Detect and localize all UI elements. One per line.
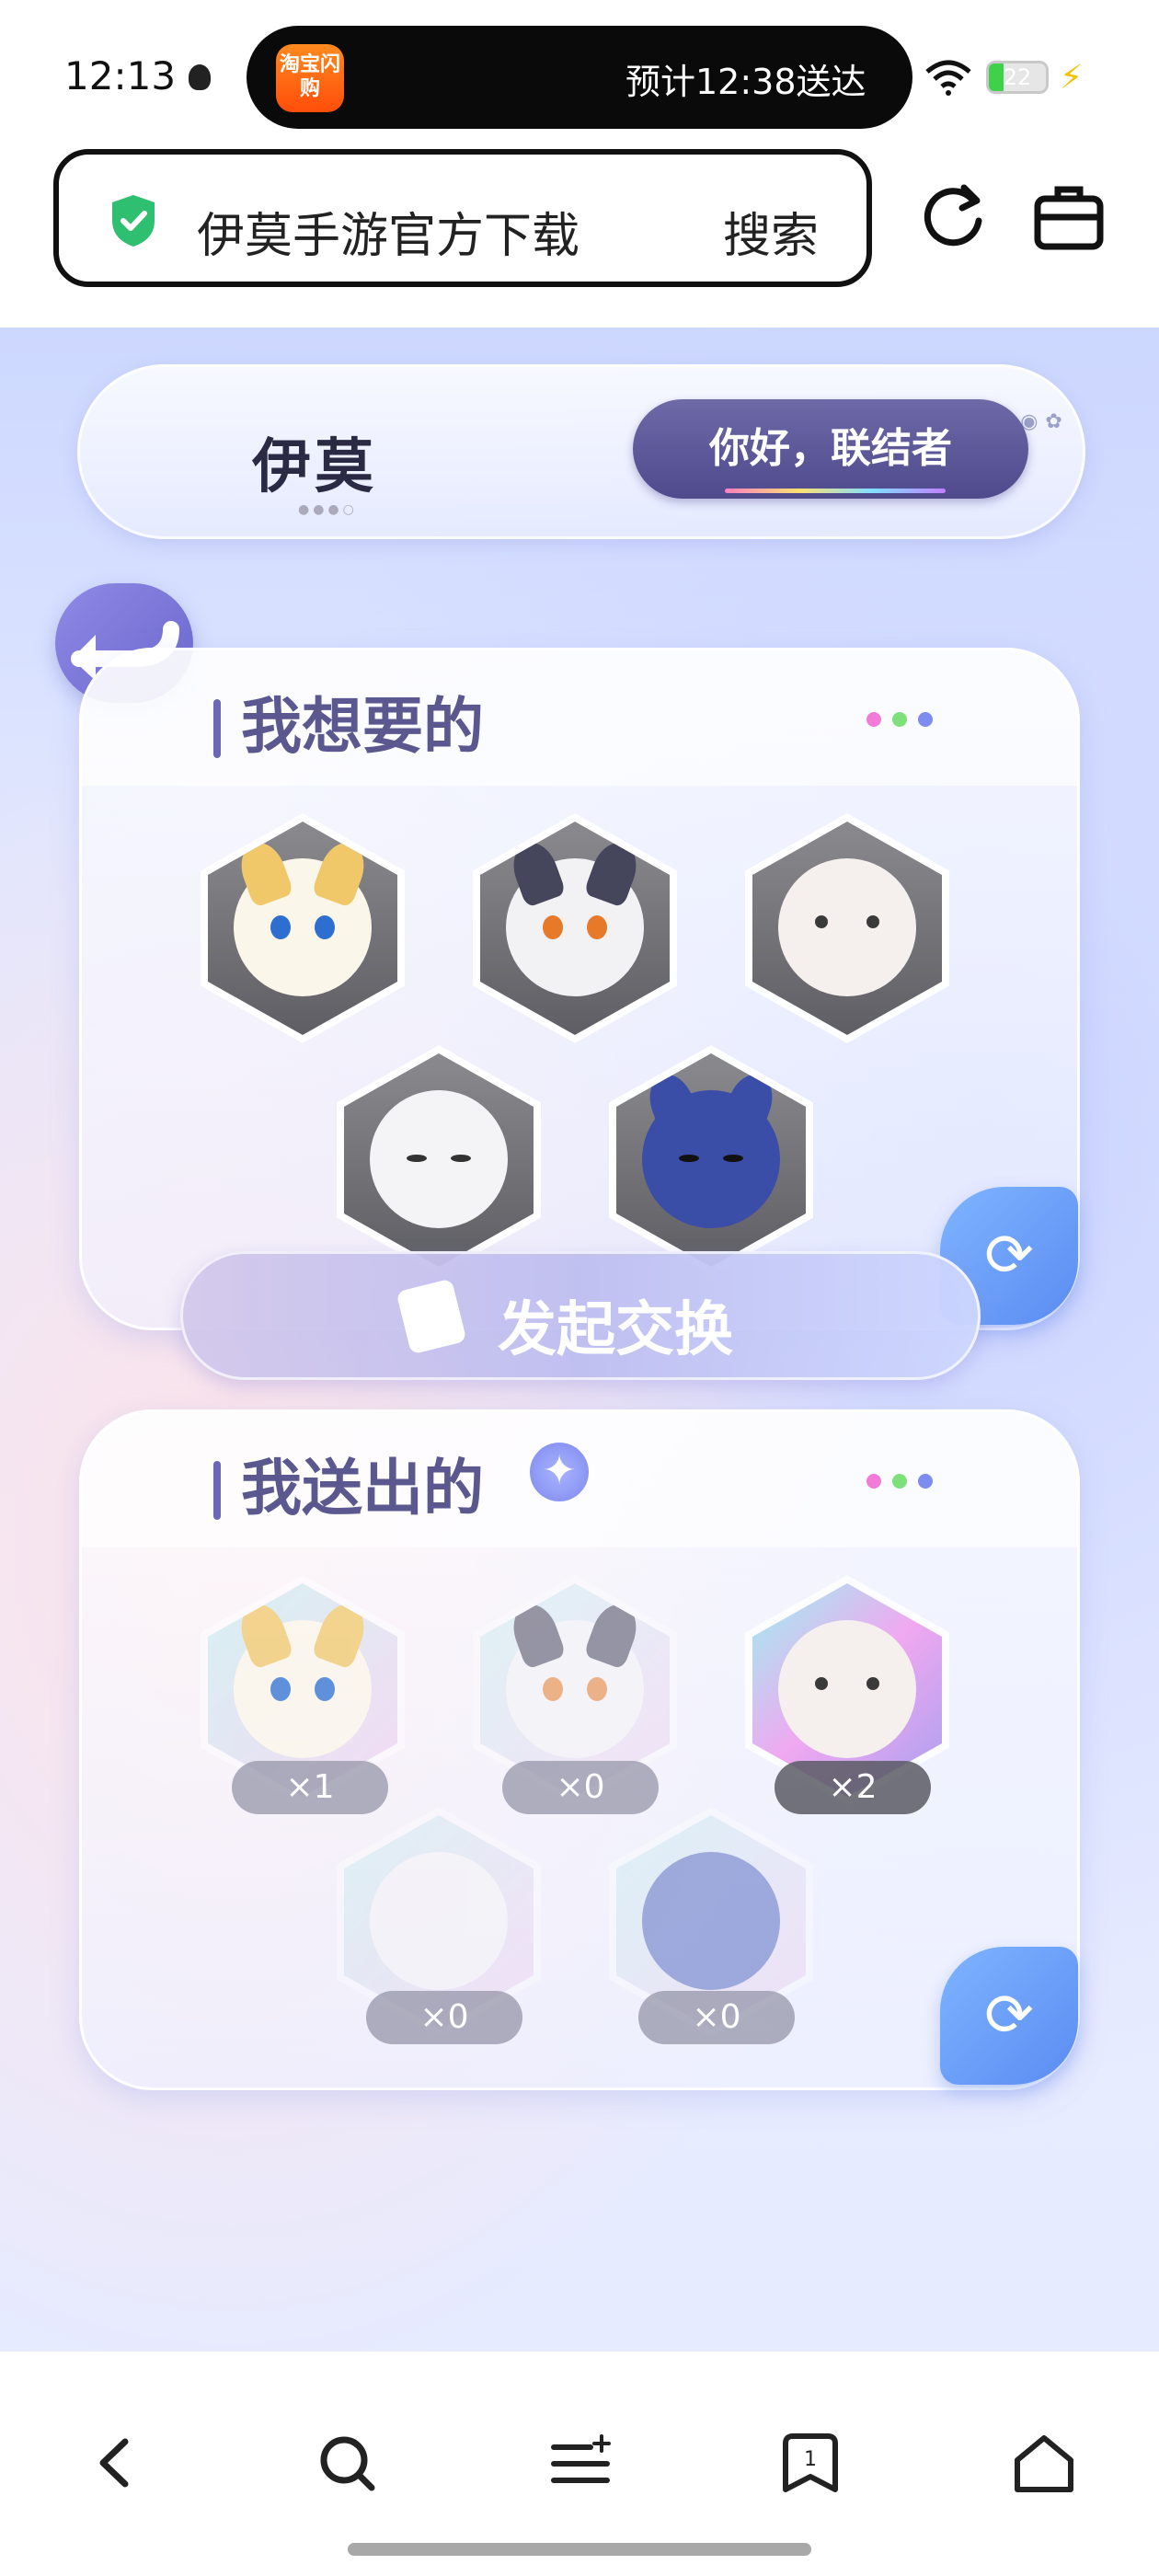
cream-fox-pet [234, 836, 372, 996]
page-indicator: ●●●○ [298, 502, 358, 517]
header-card: 伊莫 ●●●○ ◉◉✿ 你好，联结者 [77, 364, 1085, 539]
send-title: 我送出的 [241, 1453, 484, 1524]
send-refresh-button[interactable]: ⟳ [940, 1947, 1078, 2085]
search-box[interactable]: 伊莫手游官方下载 搜索 [53, 149, 872, 287]
refresh-icon: ⟳ [984, 1982, 1034, 2050]
charging-icon: ⚡ [1060, 59, 1084, 97]
want-title: 我想要的 [241, 691, 484, 762]
grey-fox-pet [506, 1598, 644, 1758]
quantity-badge: ×0 [366, 1991, 522, 2044]
shield-check-icon [112, 195, 155, 247]
white-bear-pet [370, 1852, 508, 1990]
want-pet-slot[interactable] [609, 1045, 813, 1275]
greeting-underline [725, 489, 946, 493]
want-pet-slot[interactable] [201, 813, 405, 1043]
cream-fox-pet [234, 1598, 372, 1758]
quantity-badge: ×2 [775, 1761, 931, 1814]
quantity-badge: ×0 [638, 1991, 795, 2044]
game-view: 伊莫 ●●●○ ◉◉✿ 你好，联结者 我想要的 ⟳ 我送出的 ✦ ×1 ×0 ×… [0, 328, 1159, 2352]
title-accent-bar [213, 699, 221, 758]
delivery-eta[interactable]: 预计12:38送达 [625, 53, 866, 104]
svg-text:1: 1 [804, 2448, 817, 2471]
quantity-badge: ×1 [232, 1761, 388, 1814]
grey-fox-pet [506, 836, 644, 996]
search-query[interactable]: 伊莫手游官方下载 [197, 197, 580, 266]
game-logo: 伊莫 [252, 432, 377, 501]
menu-icon[interactable] [548, 2431, 613, 2495]
fluffy-sheep-pet [778, 1620, 916, 1758]
search-icon[interactable] [315, 2431, 379, 2495]
exchange-label: 发起交换 [498, 1296, 733, 1364]
home-icon[interactable] [1012, 2431, 1076, 2495]
greeting-badge[interactable]: 你好，联结者 [633, 399, 1028, 499]
blue-mouse-pet [642, 1068, 780, 1228]
white-bear-pet [370, 1090, 508, 1228]
cards-icon [396, 1278, 467, 1355]
blue-mouse-pet [642, 1852, 780, 1990]
bookmark-icon[interactable]: 1 [778, 2431, 843, 2495]
refresh-icon[interactable] [916, 180, 990, 254]
want-pet-slot[interactable] [473, 813, 677, 1043]
battery-icon: 22 [986, 61, 1049, 94]
exchange-button[interactable]: 发起交换 [180, 1251, 981, 1380]
want-panel: 我想要的 ⟳ [79, 648, 1080, 1330]
taobao-app-icon[interactable]: 淘宝闪购 [276, 44, 344, 112]
panel-dots [866, 1474, 949, 1492]
want-pet-slot[interactable] [745, 813, 949, 1043]
qq-icon [189, 64, 211, 90]
quantity-badge: ×0 [502, 1761, 659, 1814]
sparkle-icon[interactable]: ✦ [530, 1443, 589, 1501]
title-accent-bar [213, 1461, 221, 1520]
back-arrow-icon[interactable] [85, 2431, 149, 2495]
bottom-nav: 1 [0, 2355, 1159, 2576]
battery-level: 22 [1003, 64, 1032, 90]
fluffy-sheep-pet [778, 858, 916, 996]
status-time: 12:13 [64, 53, 177, 98]
send-panel: 我送出的 ✦ ×1 ×0 ×2 ×0 ×0 ⟳ [79, 1409, 1080, 2090]
wifi-icon [925, 60, 971, 96]
search-button[interactable]: 搜索 [723, 197, 819, 266]
panel-dots [866, 712, 949, 730]
toolbox-icon[interactable] [1032, 180, 1106, 254]
status-bar: 12:13 淘宝闪购 预计12:38送达 22 ⚡ [0, 0, 1159, 147]
want-pet-slot[interactable] [337, 1045, 541, 1275]
home-indicator[interactable] [348, 2543, 811, 2556]
greeting-text: 你好，联结者 [709, 425, 952, 472]
